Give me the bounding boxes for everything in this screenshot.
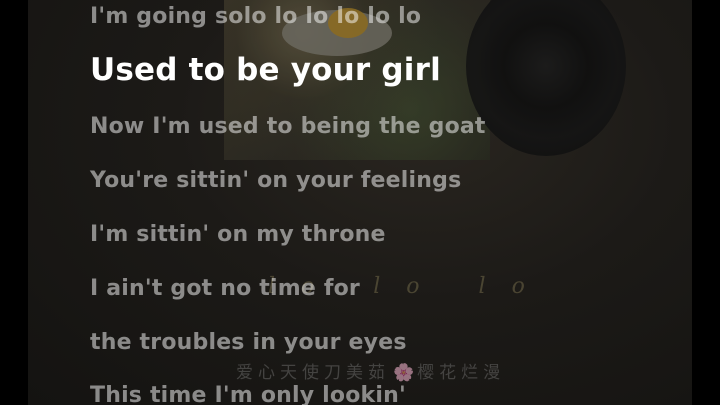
watermark-left-text: 爱心天使刀美茹 bbox=[236, 363, 390, 383]
lyrics-stage: lo lo lo I'm going solo lo lo lo lo lo U… bbox=[28, 0, 692, 405]
lyric-line[interactable]: This time I'm only lookin' bbox=[90, 383, 406, 405]
lyric-line[interactable]: You're sittin' on your feelings bbox=[90, 168, 461, 193]
lyric-line-current[interactable]: Used to be your girl bbox=[90, 52, 441, 88]
cherry-blossom-icon: 🌸 bbox=[393, 363, 415, 383]
lyrics-list: I'm going solo lo lo lo lo lo Used to be… bbox=[90, 0, 690, 405]
lyric-line[interactable]: the troubles in your eyes bbox=[90, 330, 407, 355]
lyric-line[interactable]: Now I'm used to being the goat bbox=[90, 114, 486, 139]
watermark-right-text: 樱花烂漫 bbox=[417, 363, 506, 383]
lyric-line[interactable]: I ain't got no time for bbox=[90, 276, 360, 301]
lyric-line[interactable]: I'm going solo lo lo lo lo lo bbox=[90, 4, 421, 29]
lyrics-screen: lo lo lo I'm going solo lo lo lo lo lo U… bbox=[0, 0, 720, 405]
text-watermark: 爱心天使刀美茹 🌸 樱花烂漫 bbox=[236, 358, 505, 383]
lyric-line[interactable]: I'm sittin' on my throne bbox=[90, 222, 386, 247]
